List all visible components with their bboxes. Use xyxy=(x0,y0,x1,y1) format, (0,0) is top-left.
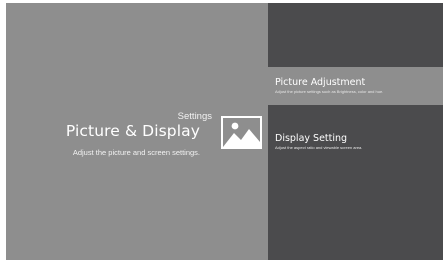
menu-item-display-setting[interactable]: Display Setting Adjust the aspect ratio … xyxy=(268,123,443,161)
settings-breadcrumb: Settings xyxy=(177,111,212,122)
picture-icon xyxy=(221,116,262,149)
picture-icon-graphic xyxy=(223,122,260,147)
sun-shape xyxy=(231,122,239,130)
menu-item-title: Picture Adjustment xyxy=(275,77,366,88)
menu-item-title: Display Setting xyxy=(275,133,348,144)
menu-item-description: Adjust the aspect ratio and viewable scr… xyxy=(275,145,363,150)
menu-item-description: Adjust the picture settings such as Brig… xyxy=(275,89,384,94)
page-title: Picture & Display xyxy=(65,122,200,140)
tv-settings-screen: Settings Picture & Display Adjust the pi… xyxy=(6,3,443,260)
settings-menu: Picture Adjustment Adjust the picture se… xyxy=(268,3,443,260)
mountain-shape xyxy=(223,129,260,147)
page-subtitle: Adjust the picture and screen settings. xyxy=(72,148,200,157)
menu-item-picture-adjustment[interactable]: Picture Adjustment Adjust the picture se… xyxy=(268,67,443,105)
category-header-pane: Settings Picture & Display Adjust the pi… xyxy=(6,3,268,260)
